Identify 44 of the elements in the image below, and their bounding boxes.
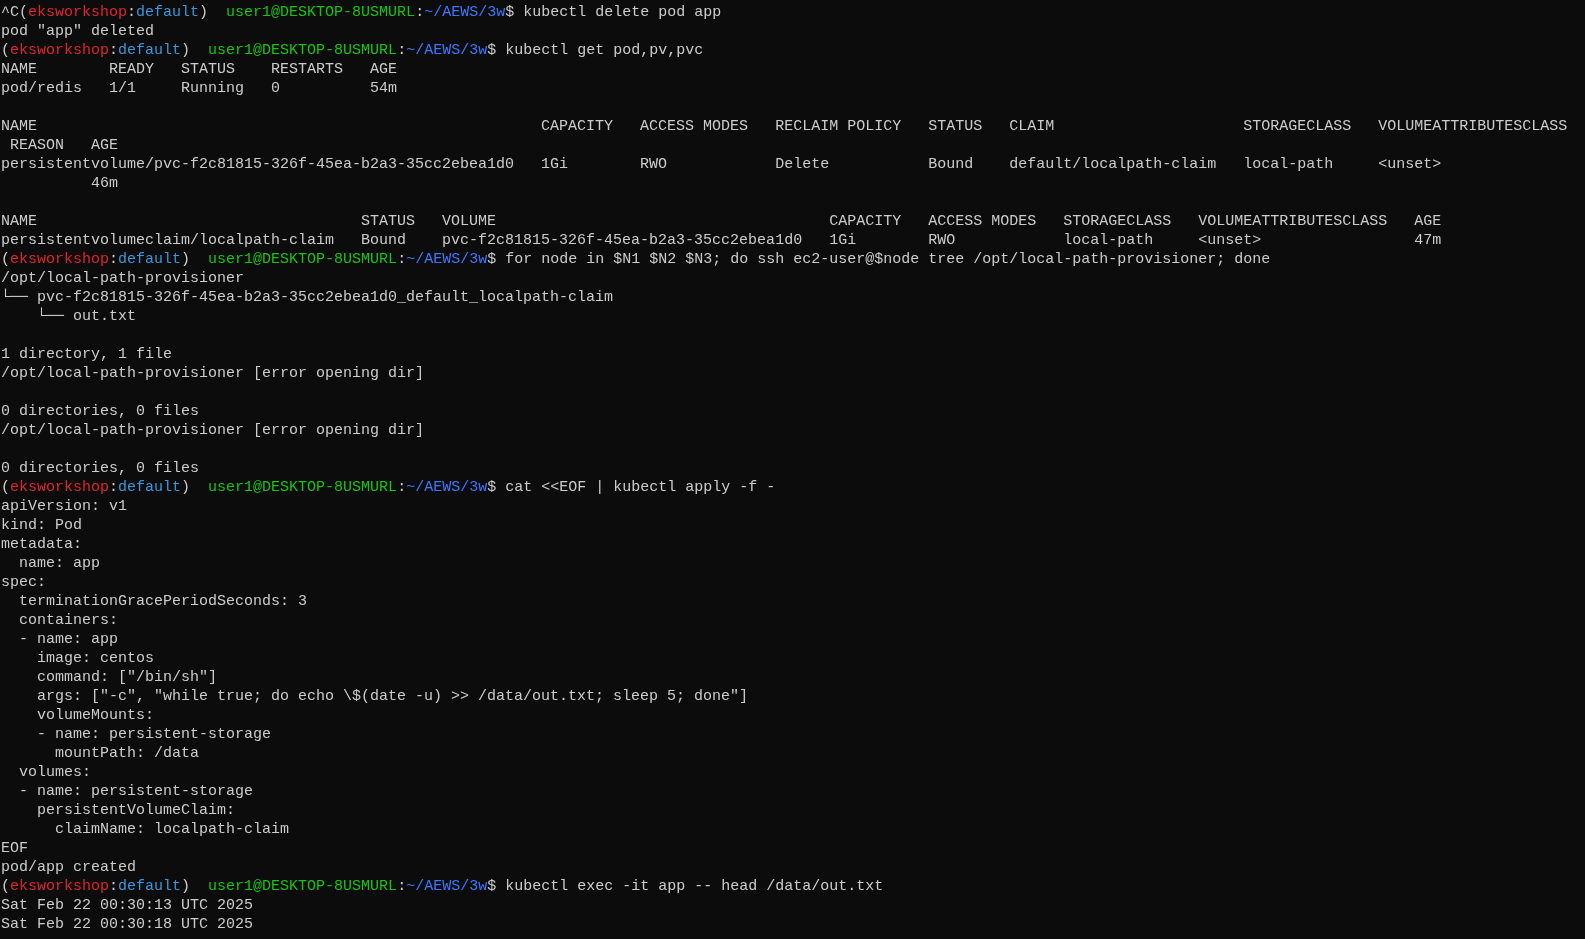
prompt-line: (eksworkshop:default) user1@DESKTOP-8USMURL:~/AEWS/3w$ kubectl get pod,pv,pvc	[1, 41, 704, 60]
output-line: /opt/local-path-provisioner	[1, 269, 245, 288]
output-line: 0 directories, 0 files	[1, 402, 200, 421]
output-line: NAME CAPACITY ACCESS MODES RECLAIM POLICY STATUS CLAIM STORAGECLASS VOLUMEATTRIBUTESCLASS	[1, 117, 1568, 136]
output-line: image: centos	[36, 649, 155, 668]
output-line: /opt/local-path-provisioner [error opening dir]	[1, 421, 425, 440]
output-line: kind: Pod	[1, 516, 82, 535]
output-line: apiVersion: v1	[1, 497, 128, 516]
output-line: claimName: localpath-claim	[54, 820, 290, 839]
output-line: pod "app" deleted	[1, 22, 155, 41]
output-line: /opt/local-path-provisioner [error opening dir]	[1, 364, 425, 383]
output-line: REASON AGE	[9, 136, 119, 155]
output-line: 46m	[90, 174, 119, 193]
output-line: NAME STATUS VOLUME CAPACITY ACCESS MODES STORAGECLASS VOLUMEATTRIBUTESCLASS AGE	[1, 212, 1442, 231]
output-line: └── pvc-f2c81815-326f-45ea-b2a3-35cc2ebea1d0_default_localpath-claim	[1, 288, 614, 307]
output-line: pod/redis 1/1 Running 0 54m	[1, 79, 398, 98]
output-line: volumes:	[18, 763, 91, 782]
output-line: metadata:	[1, 535, 82, 554]
output-line: containers:	[18, 611, 119, 630]
output-line: spec:	[1, 573, 46, 592]
output-line: EOF	[1, 839, 28, 858]
output-line: persistentvolume/pvc-f2c81815-326f-45ea-b2a3-35cc2ebea1d0 1Gi RWO Delete Bound default/localpath-claim local-path <unset>	[1, 155, 1442, 174]
output-line: Sat Feb 22 00:30:13 UTC 2025	[1, 896, 254, 915]
output-line: persistentVolumeClaim:	[36, 801, 236, 820]
output-line: volumeMounts:	[36, 706, 155, 725]
output-line: 1 directory, 1 file	[1, 345, 173, 364]
output-line: - name: persistent-storage	[18, 782, 254, 801]
output-line: 0 directories, 0 files	[1, 459, 200, 478]
output-line: args: ["-c", "while true; do echo \$(date -u) >> /data/out.txt; sleep 5; done"]	[36, 687, 749, 706]
output-line: command: ["/bin/sh"]	[36, 668, 218, 687]
prompt-line: (eksworkshop:default) user1@DESKTOP-8USMURL:~/AEWS/3w$ kubectl exec -it app -- head /data/out.txt	[1, 877, 884, 896]
output-line: name: app	[18, 554, 101, 573]
prompt-line: ^C(eksworkshop:default) user1@DESKTOP-8USMURL:~/AEWS/3w$ kubectl delete pod app	[1, 3, 722, 22]
output-line: └── out.txt	[36, 307, 137, 326]
output-line: persistentvolumeclaim/localpath-claim Bound pvc-f2c81815-326f-45ea-b2a3-35cc2ebea1d0 1Gi RWO local-path <unset> 47m	[1, 231, 1442, 250]
output-line: - name: app	[18, 630, 119, 649]
output-line: pod/app created	[1, 858, 137, 877]
prompt-line: (eksworkshop:default) user1@DESKTOP-8USMURL:~/AEWS/3w$ for node in $N1 $N2 $N3; do ssh ec2-user@$node tree /opt/local-path-provisioner; done	[1, 250, 1271, 269]
output-line: mountPath: /data	[54, 744, 200, 763]
output-line: Sat Feb 22 00:30:18 UTC 2025	[1, 915, 254, 934]
output-line: terminationGracePeriodSeconds: 3	[18, 592, 308, 611]
output-line: NAME READY STATUS RESTARTS AGE	[1, 60, 398, 79]
prompt-line: (eksworkshop:default) user1@DESKTOP-8USMURL:~/AEWS/3w$ cat <<EOF | kubectl apply -f -	[1, 478, 776, 497]
output-line: - name: persistent-storage	[36, 725, 272, 744]
